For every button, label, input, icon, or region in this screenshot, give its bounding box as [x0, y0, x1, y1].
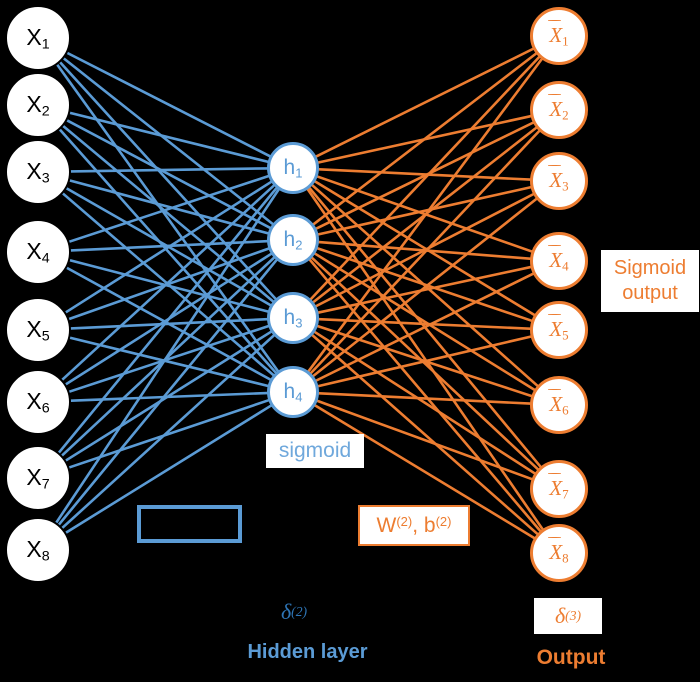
- node-label: X7: [548, 472, 569, 502]
- weights-layer2-box: W(2), b(2): [358, 505, 470, 546]
- edge-input-hidden: [67, 247, 270, 321]
- sigmoid-output-line-1: Sigmoid: [613, 257, 687, 279]
- input-node-x7: X7: [5, 445, 71, 511]
- edge-input-hidden: [69, 167, 269, 173]
- hat-icon: X: [548, 536, 562, 563]
- output-node-x2: X2: [530, 81, 588, 139]
- edge-input-hidden: [58, 128, 278, 374]
- edge-layer: [55, 47, 544, 540]
- edge-hidden-output: [309, 129, 541, 375]
- hat-icon: X: [548, 388, 562, 415]
- edge-input-hidden: [61, 334, 276, 530]
- node-label: X5: [548, 313, 569, 343]
- edge-input-hidden: [68, 324, 270, 393]
- output-node-x8: X8: [530, 524, 588, 582]
- output-node-x3: X3: [530, 152, 588, 210]
- hidden-node-h2: h2: [267, 214, 319, 266]
- hidden-layer-caption: Hidden layer: [247, 640, 368, 663]
- input-node-x4: X4: [5, 219, 71, 285]
- node-label: h1: [283, 155, 303, 181]
- input-node-x8: X8: [5, 517, 71, 583]
- node-label: X4: [26, 237, 50, 267]
- node-label: X3: [548, 164, 569, 194]
- node-label: X1: [26, 23, 50, 53]
- node-label: h4: [283, 379, 303, 405]
- input-node-x1: X1: [5, 5, 71, 71]
- output-node-x1: X1: [530, 7, 588, 65]
- weights-layer2-text: W(2), b(2): [376, 513, 452, 537]
- node-label: X7: [26, 463, 50, 493]
- hat-icon: X: [548, 19, 562, 46]
- node-label: X3: [26, 157, 50, 187]
- edge-hidden-output: [317, 335, 533, 388]
- output-node-x7: X7: [530, 460, 588, 518]
- neural-network-diagram: X1 X2 X3 X4 X5 X6 X7 X8 h1 h2 h3 h4 X1 X2 X3 X4 X5 X6 X7…: [0, 0, 700, 682]
- input-node-x2: X2: [5, 72, 71, 138]
- hidden-node-h1: h1: [267, 142, 319, 194]
- hidden-node-h3: h3: [267, 292, 319, 344]
- edge-input-hidden: [64, 330, 273, 462]
- node-label: X6: [26, 387, 50, 417]
- node-label: h3: [283, 305, 303, 331]
- edge-input-hidden: [57, 258, 278, 526]
- hat-icon: X: [548, 472, 562, 499]
- node-label: X2: [548, 93, 569, 123]
- node-label: X8: [548, 536, 569, 566]
- node-label: h2: [283, 227, 303, 253]
- hidden-node-h4: h4: [267, 366, 319, 418]
- input-node-x3: X3: [5, 139, 71, 205]
- hat-icon: X: [548, 93, 562, 120]
- node-label: X8: [26, 535, 50, 565]
- output-layer-caption: Output: [536, 646, 606, 669]
- node-label: X2: [26, 90, 50, 120]
- delta-3-label: δ (3): [534, 598, 602, 634]
- node-label: X1: [548, 19, 569, 49]
- sigmoid-hidden-label: sigmoid: [266, 434, 364, 468]
- edge-input-hidden: [68, 174, 270, 243]
- node-label: X5: [26, 315, 50, 345]
- hat-icon: X: [548, 164, 562, 191]
- sigmoid-output-label: Sigmoid output: [601, 250, 699, 312]
- weights-layer1-box: [137, 505, 242, 543]
- output-node-x4: X4: [530, 232, 588, 290]
- sigmoid-output-line-2: output: [622, 282, 678, 304]
- node-label: X6: [548, 388, 569, 418]
- node-label: X4: [548, 244, 569, 274]
- input-node-x6: X6: [5, 369, 71, 435]
- hat-icon: X: [548, 244, 562, 271]
- output-node-x5: X5: [530, 301, 588, 359]
- hat-icon: X: [548, 313, 562, 340]
- input-node-x5: X5: [5, 297, 71, 363]
- delta-2-label: δ (2): [280, 599, 308, 624]
- edge-input-hidden: [58, 61, 277, 301]
- output-node-x6: X6: [530, 376, 588, 434]
